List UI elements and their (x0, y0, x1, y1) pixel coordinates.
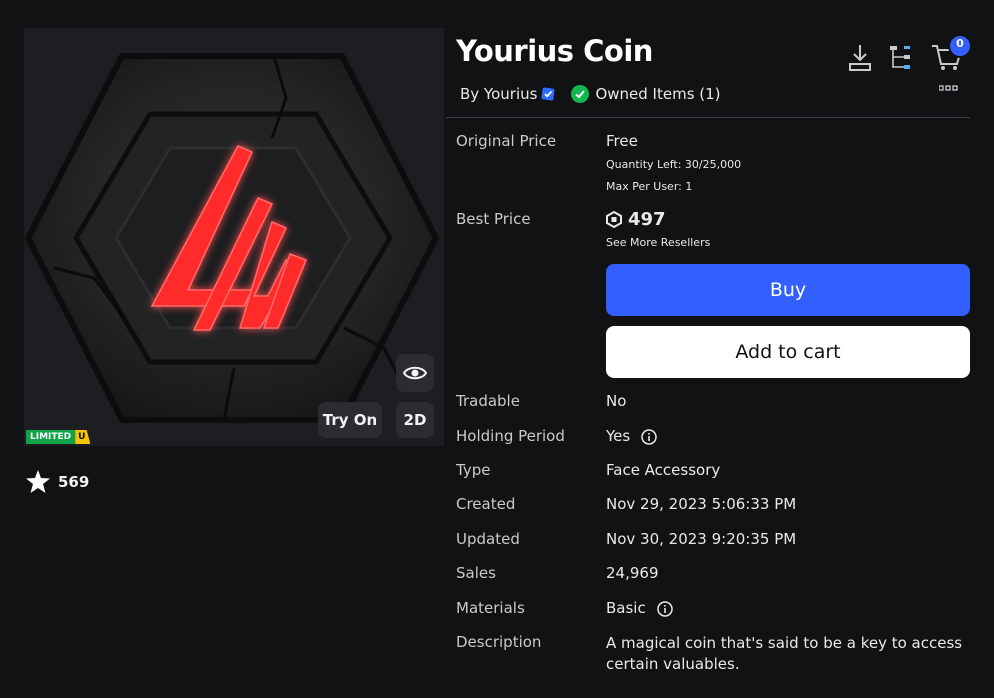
header-divider (446, 117, 970, 118)
eye-icon (403, 366, 427, 380)
add-to-cart-button[interactable]: Add to cart (606, 326, 970, 378)
original-price-label: Original Price (456, 132, 557, 150)
type-value: Face Accessory (606, 461, 721, 479)
materials-value: Basic (606, 599, 646, 617)
more-icon (939, 85, 958, 91)
check-circle-icon (571, 85, 590, 103)
created-value: Nov 29, 2023 5:06:33 PM (606, 495, 797, 513)
materials-label: Materials (456, 599, 525, 617)
max-per-user: Max Per User: 1 (606, 180, 693, 193)
quantity-left: Quantity Left: 30/25,000 (606, 158, 742, 171)
byline: By Yourius Owned Items (1) (460, 85, 721, 103)
original-price-value: Free (606, 132, 638, 150)
item-thumbnail: Try On 2D LIMITED U (24, 28, 444, 446)
cart-button[interactable]: 0 (930, 36, 974, 72)
robux-icon (606, 211, 622, 228)
holding-period-value: Yes (606, 427, 631, 445)
owned-items: Owned Items (1) (571, 85, 721, 103)
best-price-value: 497 (628, 209, 666, 230)
description-label: Description (456, 633, 542, 651)
limited-badge: LIMITED U (26, 430, 91, 444)
holding-period-label: Holding Period (456, 427, 565, 445)
materials-value-wrap: Basic (606, 599, 673, 617)
sales-value: 24,969 (606, 564, 659, 582)
preview-eye-button[interactable] (396, 354, 434, 392)
type-label: Type (456, 461, 491, 479)
more-options-button[interactable] (939, 84, 959, 92)
description-text: A magical coin that's said to be a key t… (606, 634, 963, 673)
download-button[interactable] (847, 42, 873, 72)
holding-period-value-wrap: Yes (606, 427, 657, 445)
item-title: Yourius Coin (456, 34, 653, 68)
tradable-label: Tradable (456, 392, 520, 410)
hierarchy-icon (890, 46, 910, 69)
sales-label: Sales (456, 564, 496, 582)
tradable-value: No (606, 392, 627, 410)
updated-value: Nov 30, 2023 9:20:35 PM (606, 530, 797, 548)
created-label: Created (456, 495, 516, 513)
owned-items-label: Owned Items (1) (595, 85, 721, 103)
try-on-button[interactable]: Try On (318, 402, 382, 438)
favorite-count: 569 (58, 472, 90, 491)
favorite-button[interactable]: 569 (26, 470, 89, 493)
buy-button[interactable]: Buy (606, 264, 970, 316)
coin-image (24, 53, 440, 423)
limited-unique-label: U (75, 430, 91, 444)
info-icon[interactable] (641, 428, 657, 445)
best-price: 497 (606, 209, 666, 230)
creator-link[interactable]: By Yourius (460, 85, 537, 103)
best-price-label: Best Price (456, 210, 531, 228)
hierarchy-button[interactable] (888, 42, 914, 72)
limited-label: LIMITED (26, 430, 76, 444)
see-more-resellers-link[interactable]: See More Resellers (606, 236, 710, 249)
download-icon (849, 45, 871, 71)
verified-badge-icon (541, 87, 555, 101)
info-icon[interactable] (656, 600, 673, 617)
view-2d-button[interactable]: 2D (396, 402, 434, 438)
cart-count-badge: 0 (956, 37, 964, 50)
updated-label: Updated (456, 530, 520, 548)
star-icon (26, 470, 50, 493)
